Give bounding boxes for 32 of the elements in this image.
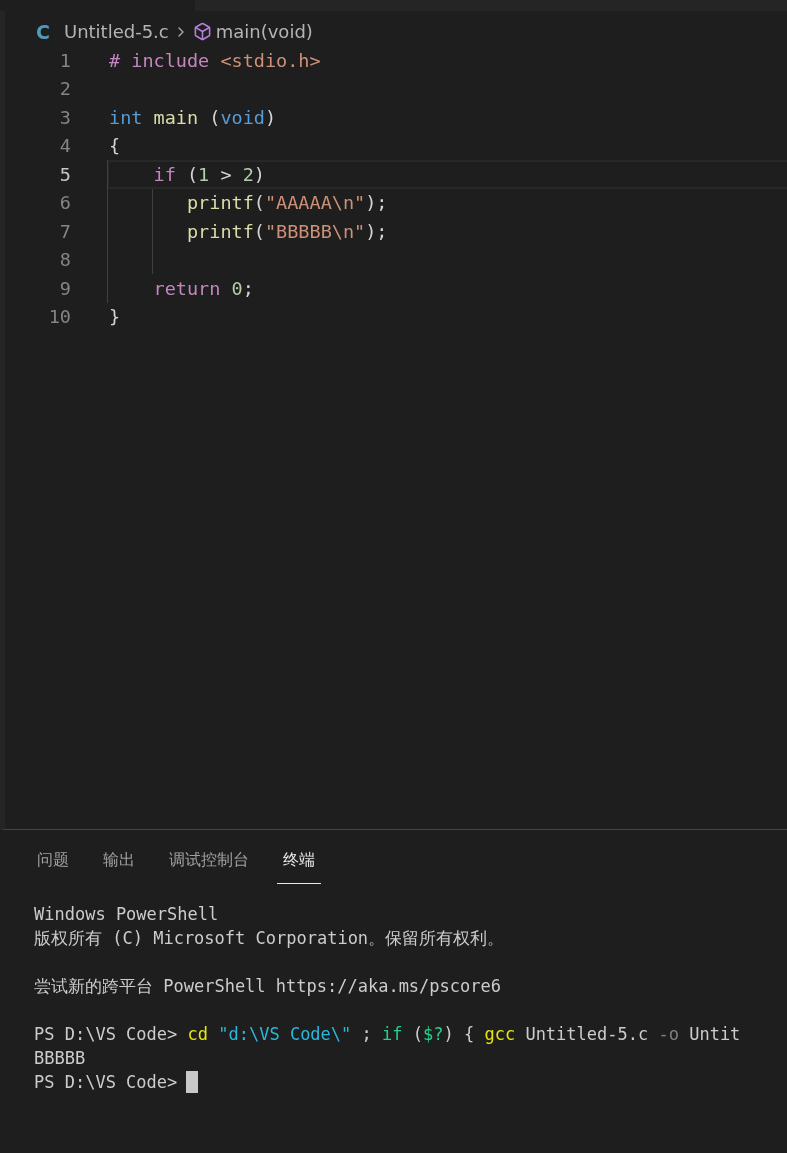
panel-tab[interactable]: 问题 — [31, 840, 75, 884]
line-number: 9 — [58, 277, 72, 299]
terminal-line: PS D:\VS Code> — [34, 1072, 178, 1092]
line-number: 7 — [58, 220, 72, 242]
line-number: 8 — [58, 249, 72, 271]
panel-tab[interactable]: 输出 — [97, 840, 141, 884]
panel-tab[interactable]: 终端 — [277, 840, 321, 884]
code-line: # include <stdio.h> — [109, 49, 321, 71]
line-number: 10 — [47, 306, 72, 328]
terminal-line: BBBBB — [34, 1048, 86, 1068]
breadcrumb-file[interactable]: Untitled-5.c — [63, 21, 169, 42]
code-line: return 0; — [152, 277, 254, 299]
code-line: } — [109, 306, 121, 328]
panel-tab[interactable]: 调试控制台 — [163, 840, 255, 884]
line-number: 4 — [58, 135, 72, 157]
code-line: if (1 > 2) — [152, 163, 265, 185]
code-line: printf("BBBBB\n"); — [185, 220, 388, 242]
terminal-line: PS D:\VS Code> cd "d:\VS Code\" ; if ($?) { gcc Untitled-5.c -o Untit — [34, 1024, 741, 1044]
code-line: { — [109, 135, 121, 157]
line-number: 1 — [58, 49, 72, 71]
terminal-line: 尝试新的跨平台 PowerShell https://aka.ms/pscore6 — [34, 974, 501, 998]
c-file-icon: C — [36, 20, 50, 43]
terminal-line: 版权所有 (C) Microsoft Corporation。保留所有权利。 — [34, 926, 505, 950]
terminal-line: Windows PowerShell — [34, 904, 219, 924]
code-line: int main (void) — [109, 106, 277, 128]
line-number: 6 — [58, 192, 72, 214]
breadcrumb-symbol[interactable]: main(void) — [215, 21, 313, 42]
line-number: 3 — [58, 106, 72, 128]
line-number: 2 — [58, 78, 72, 100]
line-number: 5 — [58, 163, 72, 185]
code-line: printf("AAAAA\n"); — [185, 192, 388, 214]
cube-icon — [192, 22, 212, 41]
